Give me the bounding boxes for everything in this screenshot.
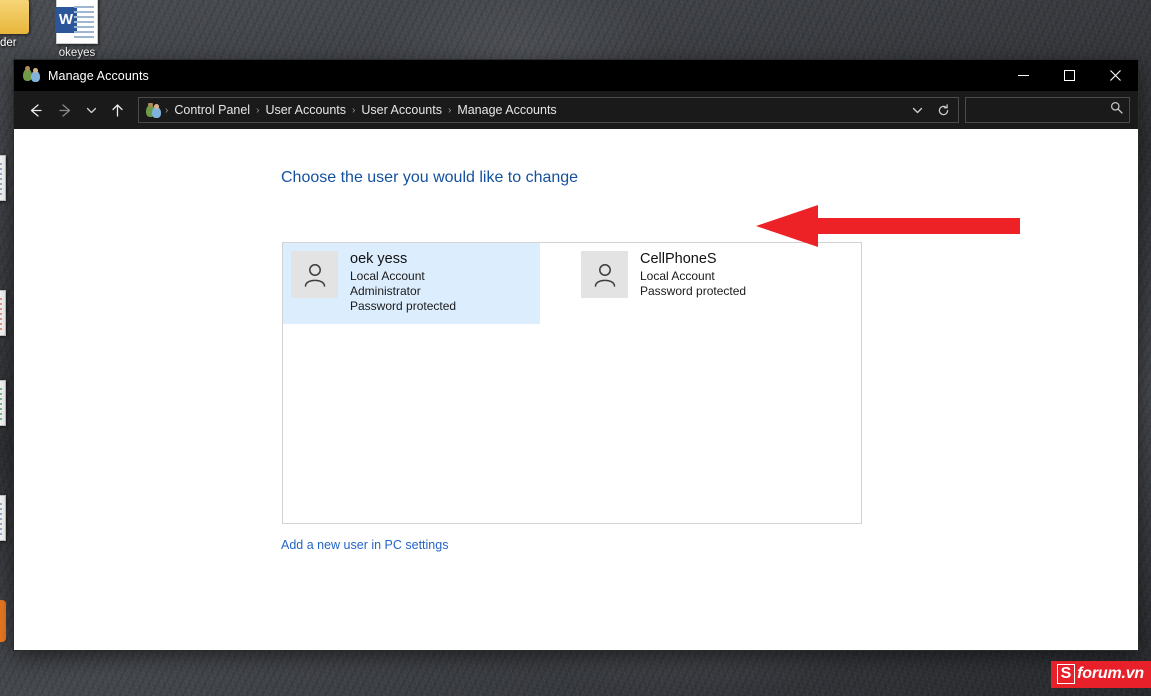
search-icon[interactable] <box>1110 101 1123 119</box>
desktop-icon-label: okeyes <box>58 47 96 59</box>
powerpoint-document-icon: P <box>0 290 6 336</box>
folder-icon <box>0 0 29 34</box>
user-info: CellPhoneS Local Account Password protec… <box>640 251 746 299</box>
user-name: CellPhoneS <box>640 251 717 267</box>
user-list-panel: oek yess Local Account Administrator Pas… <box>282 242 862 524</box>
add-new-user-link[interactable]: Add a new user in PC settings <box>281 538 448 552</box>
up-button[interactable] <box>102 95 132 125</box>
excel-document-icon: X <box>0 380 6 426</box>
user-info: oek yess Local Account Administrator Pas… <box>350 251 456 314</box>
breadcrumb-item-user-accounts-1[interactable]: User Accounts <box>260 103 351 117</box>
window-titlebar[interactable]: Manage Accounts <box>14 60 1138 91</box>
user-password-status: Password protected <box>350 299 457 313</box>
back-button[interactable] <box>20 95 50 125</box>
user-accounts-icon <box>144 102 164 118</box>
watermark: Sforum.vn <box>1050 661 1151 688</box>
breadcrumb-item-control-panel[interactable]: Control Panel <box>169 103 255 117</box>
user-role: Administrator <box>350 284 421 298</box>
breadcrumb-item-user-accounts-2[interactable]: User Accounts <box>356 103 447 117</box>
close-button[interactable] <box>1092 60 1138 91</box>
watermark-prefix: S <box>1056 664 1076 684</box>
watermark-text: forum.vn <box>1077 665 1144 682</box>
search-input[interactable] <box>972 102 1110 118</box>
desktop-icon-okeyes[interactable]: W okeyes <box>40 0 114 60</box>
word-document-icon: W <box>55 0 98 44</box>
window-controls <box>1000 60 1138 91</box>
app-shortcut-icon <box>0 600 6 642</box>
maximize-button[interactable] <box>1046 60 1092 91</box>
address-dropdown-chevron-down-icon[interactable] <box>904 98 930 122</box>
page-title: Choose the user you would like to change <box>281 169 579 186</box>
user-accounts-icon <box>23 66 40 84</box>
pdf-document-icon: A <box>0 495 6 541</box>
address-bar[interactable]: › Control Panel › User Accounts › User A… <box>138 97 959 123</box>
user-card-cellphones[interactable]: CellPhoneS Local Account Password protec… <box>573 243 830 309</box>
content-area: Choose the user you would like to change… <box>14 129 1138 650</box>
recent-locations-chevron-down-icon[interactable] <box>80 95 102 125</box>
desktop-background: W okeyes lder W 20 P Poi 6 X 20 A ad do … <box>0 0 1151 696</box>
refresh-icon[interactable] <box>930 98 956 122</box>
breadcrumb: › Control Panel › User Accounts › User A… <box>144 102 904 118</box>
user-password-status: Password protected <box>640 284 747 298</box>
manage-accounts-window: Manage Accounts › Control Panel › User A… <box>14 60 1138 650</box>
word-document-icon: W <box>0 155 6 201</box>
minimize-button[interactable] <box>1000 60 1046 91</box>
avatar <box>291 251 338 298</box>
user-account-type: Local Account <box>640 269 715 283</box>
user-name: oek yess <box>350 251 408 267</box>
search-box[interactable] <box>965 97 1130 123</box>
user-card-oek-yess[interactable]: oek yess Local Account Administrator Pas… <box>283 243 540 324</box>
avatar <box>581 251 628 298</box>
navigation-toolbar: › Control Panel › User Accounts › User A… <box>14 91 1138 129</box>
window-title: Manage Accounts <box>48 68 149 83</box>
breadcrumb-item-manage-accounts[interactable]: Manage Accounts <box>452 103 561 117</box>
desktop-icon-folder[interactable]: lder <box>0 0 44 50</box>
user-account-type: Local Account <box>350 269 425 283</box>
desktop-icon-label: lder <box>0 37 17 49</box>
forward-button[interactable] <box>50 95 80 125</box>
